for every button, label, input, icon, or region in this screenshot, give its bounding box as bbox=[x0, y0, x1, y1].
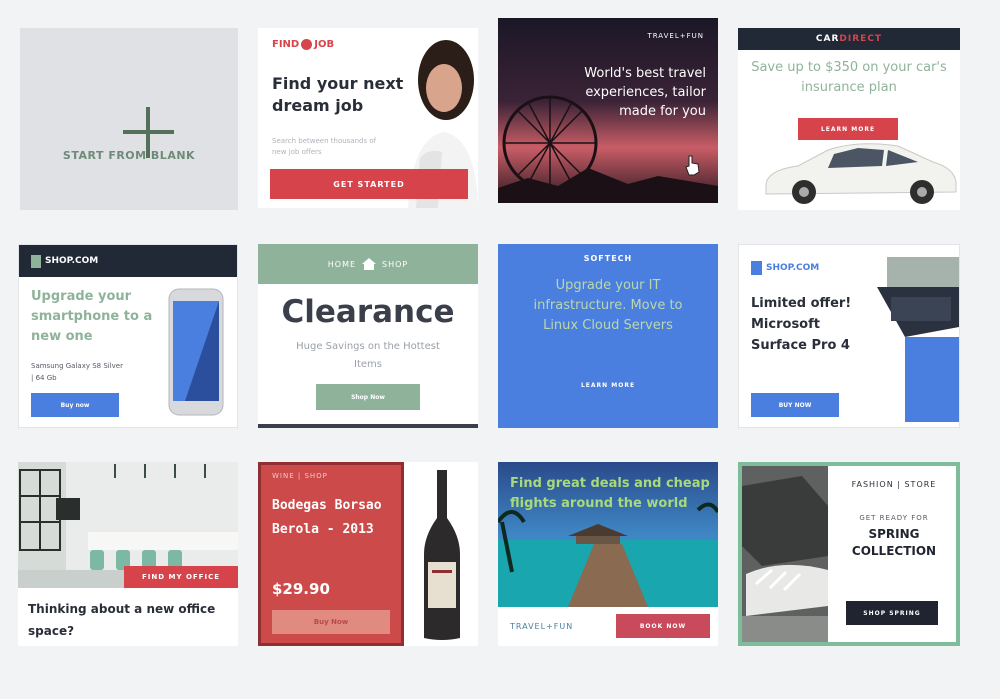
wine-bottle-image bbox=[424, 470, 460, 640]
findjob-logo-dot-icon bbox=[301, 39, 313, 50]
findjob-headline: Find your next dream job bbox=[272, 74, 404, 115]
softech-template[interactable]: SOFTECH Upgrade your IT infrastructure. … bbox=[498, 244, 718, 428]
start-from-blank-label: START FROM BLANK bbox=[62, 149, 196, 162]
find-job-template[interactable]: FIND JOB Find your next dream job Search… bbox=[258, 28, 478, 208]
surface-device-image bbox=[877, 257, 959, 422]
shop2-headline: Limited offer! Microsoft Surface Pro 4 bbox=[751, 296, 852, 353]
cardirect-brand-right: DIRECT bbox=[839, 34, 883, 44]
shop1-bag-icon bbox=[31, 254, 41, 268]
findjob-subtext: Search between thousands of new job offe… bbox=[272, 137, 377, 156]
cardirect-brand-left: CAR bbox=[815, 34, 840, 44]
sneaker-photo bbox=[742, 466, 828, 642]
cardirect-header: CARDIRECT bbox=[738, 28, 960, 50]
travel-deals-template[interactable]: Find great deals and cheap flights aroun… bbox=[498, 462, 718, 646]
travel-fun-template[interactable]: TRAVEL+FUN World's best travel experienc… bbox=[498, 18, 718, 203]
wine-buy-now-button[interactable]: Buy Now bbox=[272, 610, 390, 634]
shop2-bag-icon bbox=[751, 261, 762, 275]
smartphone-image bbox=[168, 288, 224, 416]
travel2-brand: TRAVEL+FUN bbox=[510, 622, 574, 631]
findjob-logo-right: JOB bbox=[314, 39, 335, 50]
cardirect-headline: Save up to $350 on your car's insurance … bbox=[751, 60, 947, 95]
shop2-buy-now-button[interactable]: BUY NOW bbox=[751, 393, 839, 417]
hand-cursor-icon bbox=[685, 155, 700, 176]
findjob-logo-left: FIND bbox=[272, 39, 300, 50]
shop1-headline: Upgrade your smartphone to a new one bbox=[31, 289, 153, 344]
start-from-blank-card[interactable]: START FROM BLANK bbox=[20, 28, 238, 210]
homeshop-brand-left: HOME bbox=[327, 259, 357, 269]
softech-headline: Upgrade your IT infrastructure. Move to … bbox=[533, 278, 683, 333]
homeshop-bottom-border bbox=[258, 424, 478, 428]
shop-smartphone-template[interactable]: SHOP.COM Upgrade your smartphone to a ne… bbox=[18, 244, 238, 428]
car-direct-template[interactable]: CARDIRECT Save up to $350 on your car's … bbox=[738, 28, 960, 210]
office-find-my-office-tag[interactable]: FIND MY OFFICE bbox=[124, 566, 238, 588]
softech-brand: SOFTECH bbox=[583, 254, 633, 263]
cardirect-learn-more-button[interactable]: LEARN MORE bbox=[798, 118, 898, 140]
homeshop-brand-right: SHOP bbox=[382, 259, 409, 269]
wine-brand: WINE | SHOP bbox=[272, 472, 328, 480]
shop1-buy-now-button[interactable]: Buy now bbox=[31, 393, 119, 417]
shop1-header: SHOP.COM bbox=[19, 245, 237, 277]
wine-headline: Bodegas Borsao Berola - 2013 bbox=[272, 498, 382, 537]
travel2-book-now-button[interactable]: BOOK NOW bbox=[616, 614, 710, 638]
wine-shop-template[interactable]: WINE | SHOP Bodegas Borsao Berola - 2013… bbox=[258, 462, 478, 646]
home-shop-clearance-template[interactable]: HOME SHOP Clearance Huge Savings on the … bbox=[258, 244, 478, 428]
travel2-headline: Find great deals and cheap flights aroun… bbox=[510, 476, 710, 511]
shop1-subtext: Samsung Galaxy S8 Silver | 64 Gb bbox=[31, 362, 123, 382]
findjob-get-started-button[interactable]: GET STARTED bbox=[270, 169, 468, 199]
travel1-headline: World's best travel experiences, tailor … bbox=[584, 66, 706, 119]
car-image bbox=[765, 143, 957, 204]
wine-price: $29.90 bbox=[272, 580, 330, 598]
homeshop-header: HOME SHOP bbox=[258, 244, 478, 284]
shop2-brand: SHOP.COM bbox=[766, 263, 820, 273]
shop2-logo: SHOP.COM bbox=[751, 261, 819, 275]
homeshop-headline: Clearance bbox=[281, 294, 455, 330]
homeshop-subtext: Huge Savings on the Hottest Items bbox=[296, 341, 440, 370]
fashion-headline: SPRING COLLECTION bbox=[851, 527, 937, 558]
shop-surface-template[interactable]: SHOP.COM Limited offer! Microsoft Surfac… bbox=[738, 244, 960, 428]
office-headline: Thinking about a new office space? bbox=[28, 602, 216, 638]
findjob-logo: FIND JOB bbox=[272, 39, 334, 50]
fashion-store-template[interactable]: FASHION | STORE GET READY FOR SPRING COL… bbox=[738, 462, 960, 646]
fashion-small-text: GET READY FOR bbox=[859, 514, 929, 522]
travel1-brand: TRAVEL+FUN bbox=[647, 32, 704, 40]
shop1-brand: SHOP.COM bbox=[45, 256, 99, 266]
softech-learn-more-link[interactable]: LEARN MORE bbox=[498, 382, 718, 389]
fashion-brand: FASHION | STORE bbox=[851, 480, 937, 489]
fashion-shop-spring-button[interactable]: SHOP SPRING bbox=[846, 601, 938, 625]
office-space-template[interactable]: FIND MY OFFICE Thinking about a new offi… bbox=[18, 462, 238, 646]
house-icon bbox=[362, 258, 377, 270]
homeshop-shop-now-button[interactable]: Shop Now bbox=[316, 384, 420, 410]
